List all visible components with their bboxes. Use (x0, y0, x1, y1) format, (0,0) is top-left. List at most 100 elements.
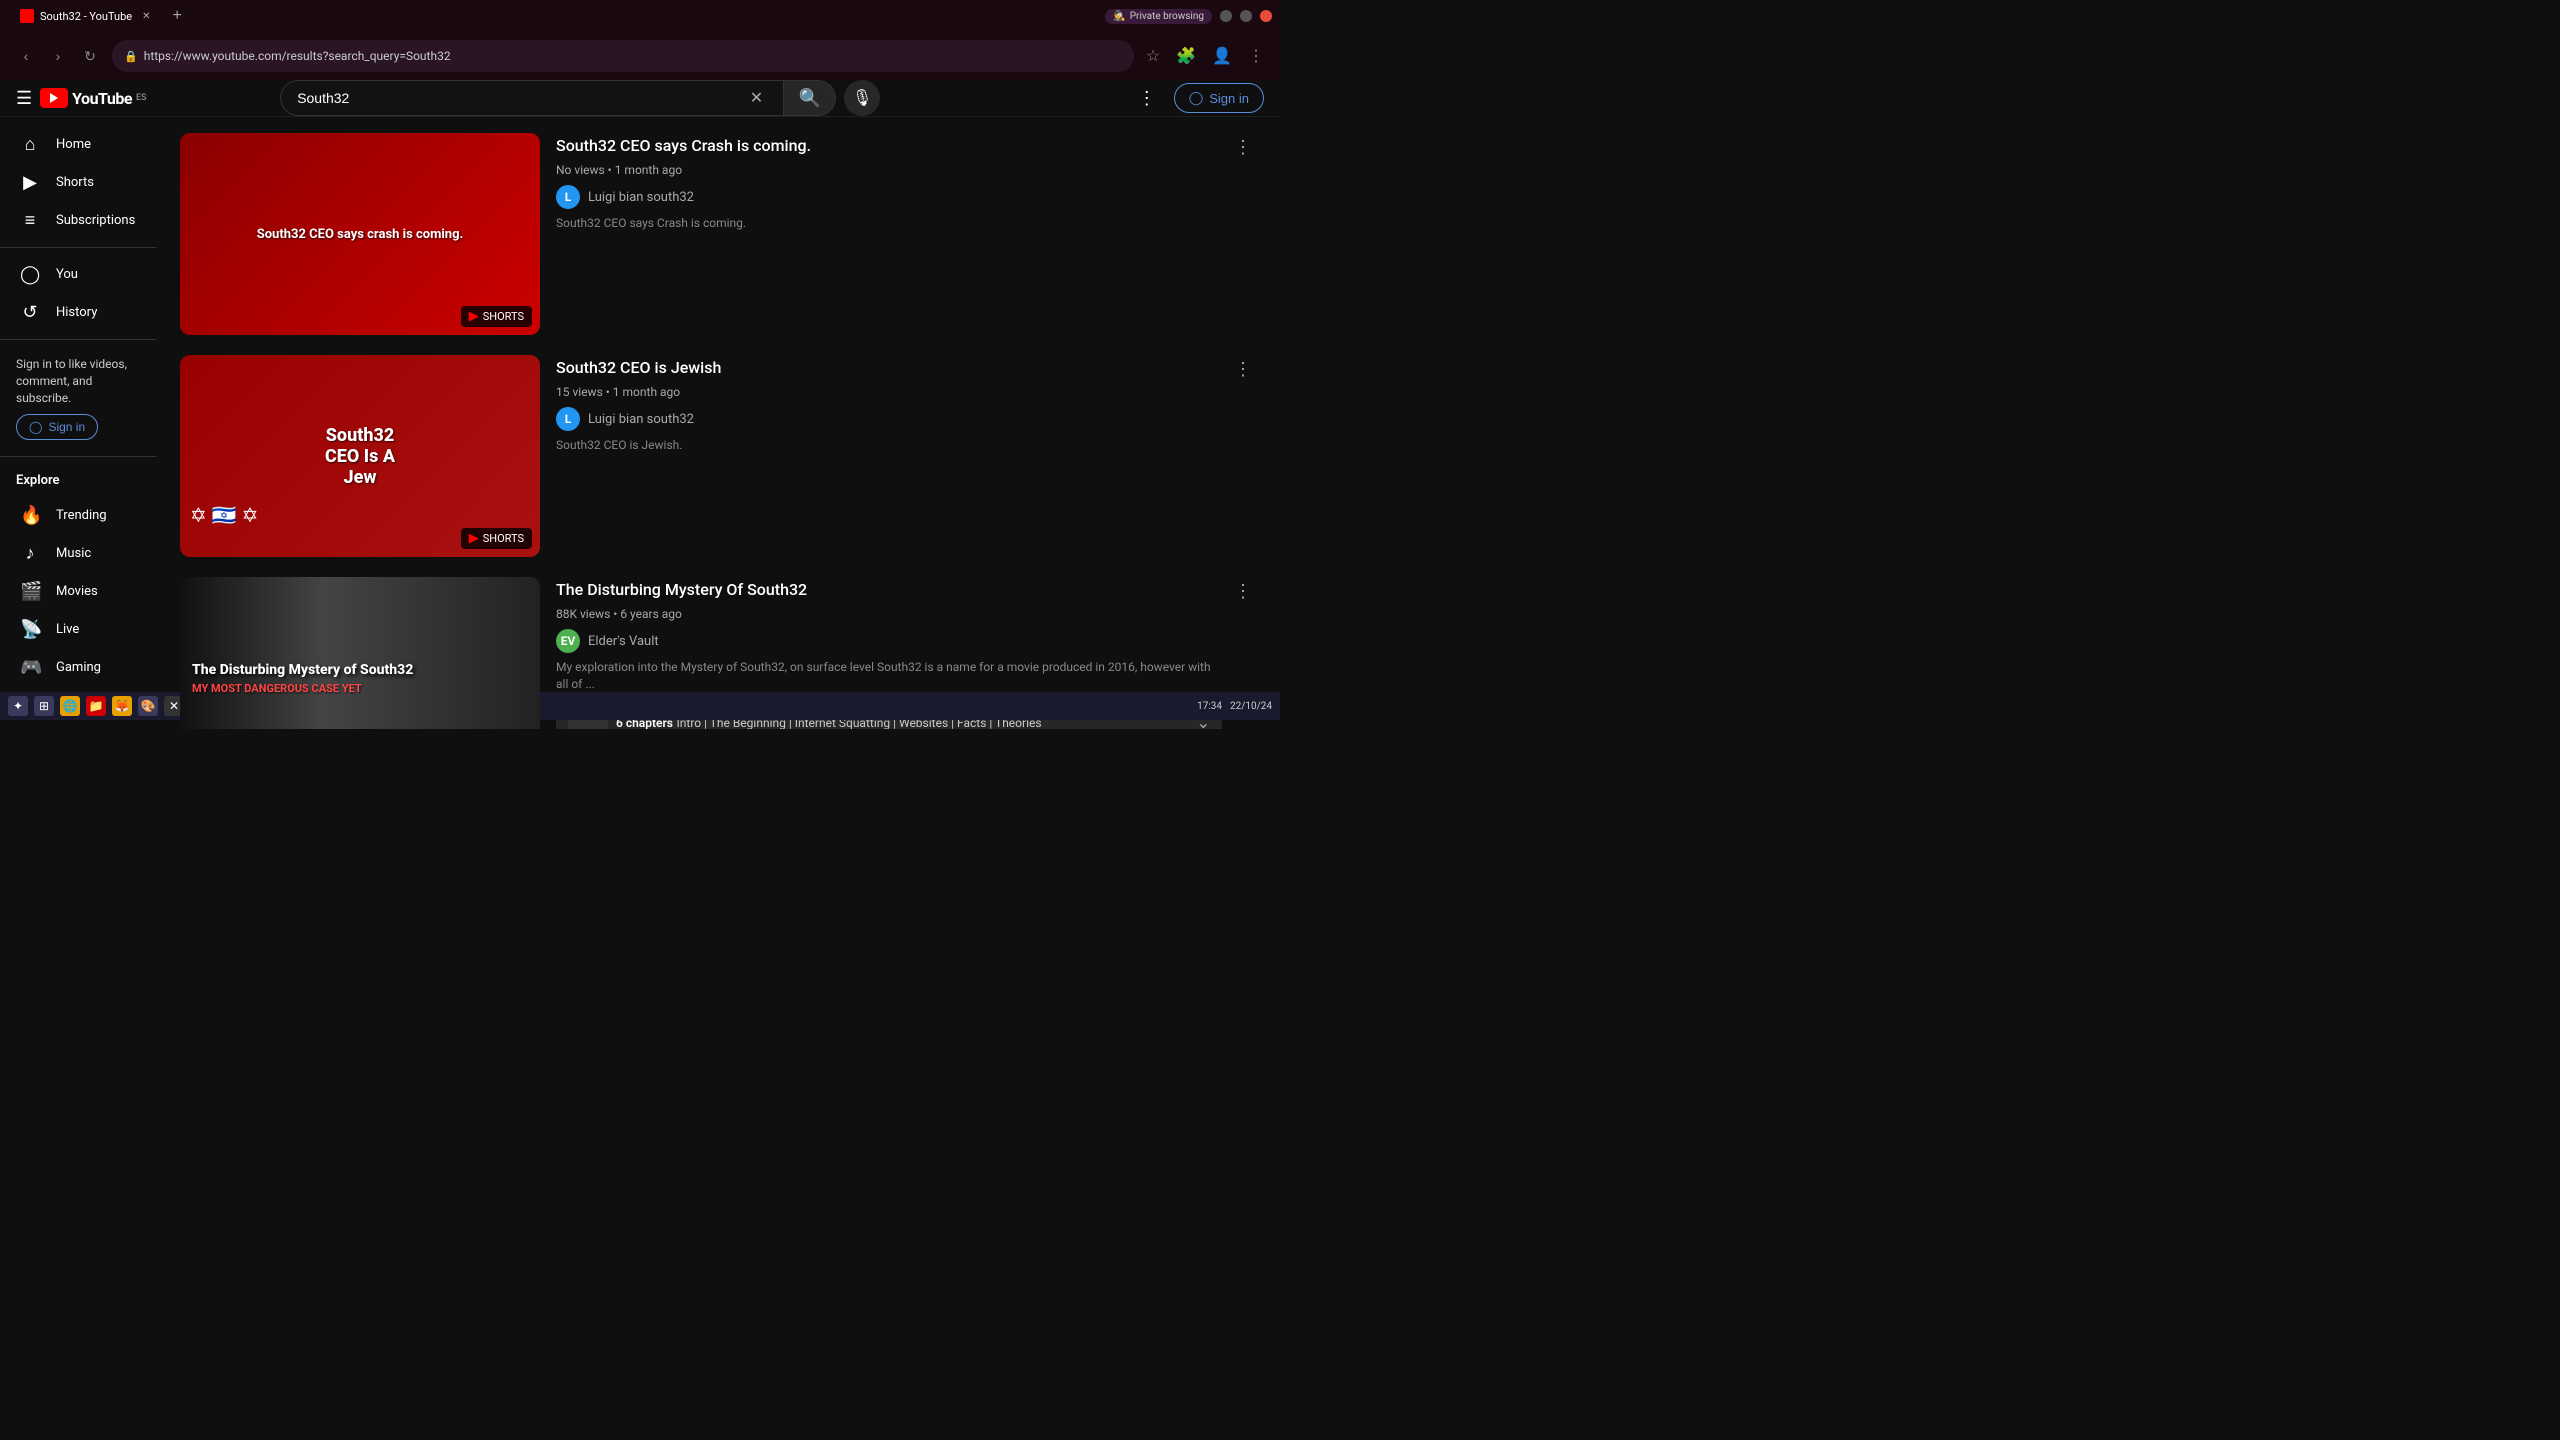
reload-button[interactable]: ↻ (76, 42, 104, 70)
sidebar-item-gaming[interactable]: 🎮 Gaming (4, 649, 152, 686)
minimize-button[interactable] (1220, 10, 1232, 22)
voice-search-button[interactable]: 🎙 (844, 80, 880, 116)
channel-avatar-1: L (556, 185, 580, 209)
taskbar-apps-icon[interactable]: ✦ (8, 696, 28, 716)
channel-name-3[interactable]: Elder's Vault (588, 634, 659, 649)
bookmark-star-button[interactable]: ☆ (1142, 42, 1164, 70)
youtube-logo-country: ES (136, 93, 146, 103)
sidebar-item-you[interactable]: ◯ You (4, 256, 152, 293)
sidebar-music-label: Music (56, 546, 91, 561)
sidebar-item-home[interactable]: ⌂ Home (4, 126, 152, 163)
sidebar-home-label: Home (56, 137, 91, 152)
sign-in-header-button[interactable]: ◯ Sign in (1174, 83, 1264, 113)
video-time-1: 1 month ago (615, 163, 682, 177)
shorts-badge-text-1: SHORTS (483, 310, 524, 323)
you-icon: ◯ (20, 264, 40, 285)
close-button[interactable] (1260, 10, 1272, 22)
video-description-2: South32 CEO is Jewish. (556, 437, 1222, 454)
nav-arrows: ‹ › ↻ (12, 42, 104, 70)
nav-more-button[interactable]: ⋮ (1244, 42, 1268, 70)
sidebar-item-trending[interactable]: 🔥 Trending (4, 497, 152, 534)
live-icon: 📡 (20, 619, 40, 640)
sign-in-sidebar-icon: ◯ (29, 420, 42, 434)
header-right-section: ⋮ ◯ Sign in (1132, 82, 1264, 115)
sidebar-item-subscriptions[interactable]: ≡ Subscriptions (4, 202, 152, 239)
sign-in-promo: Sign in to like videos, comment, and sub… (0, 348, 156, 448)
sidebar-item-history[interactable]: ↺ History (4, 294, 152, 331)
sidebar-item-shorts[interactable]: ▶ Shorts (4, 164, 152, 201)
sidebar-trending-label: Trending (56, 508, 107, 523)
video-more-button-1[interactable]: ⋮ (1230, 133, 1256, 162)
browser-navbar: ‹ › ↻ 🔒 https://www.youtube.com/results?… (0, 32, 1280, 80)
video-meta-3: 88K views • 6 years ago (556, 607, 1222, 621)
account-button[interactable]: 👤 (1208, 42, 1236, 70)
shorts-badge-1: ▶ SHORTS (461, 306, 532, 327)
video-description-3: My exploration into the Mystery of South… (556, 659, 1222, 693)
video-info-1: South32 CEO says Crash is coming. No vie… (556, 133, 1222, 335)
sidebar-divider-1 (0, 247, 156, 248)
shorts-icon: ▶ (20, 172, 40, 193)
youtube-logo-text: YouTube (72, 89, 132, 108)
search-clear-button[interactable]: ✕ (746, 88, 767, 108)
search-submit-button[interactable]: 🔍 (784, 80, 836, 116)
thumbnail-1[interactable]: South32 CEO says crash is coming. ▶ SHOR… (180, 133, 540, 335)
sign-in-promo-text: Sign in to like videos, comment, and sub… (16, 356, 140, 406)
video-title-3[interactable]: The Disturbing Mystery Of South32 (556, 579, 1222, 601)
video-card-1: South32 CEO says crash is coming. ▶ SHOR… (180, 133, 1256, 335)
menu-button[interactable]: ☰ (16, 88, 32, 109)
titlebar: South32 - YouTube ✕ + 🕵 Private browsing (0, 0, 1280, 32)
channel-avatar-2: L (556, 407, 580, 431)
video-more-button-3[interactable]: ⋮ (1230, 577, 1256, 606)
address-bar[interactable]: 🔒 https://www.youtube.com/results?search… (112, 40, 1134, 72)
thumbnail-2[interactable]: South32CEO Is AJew ✡ 🇮🇱 ✡ ▶ SHORTS (180, 355, 540, 557)
titlebar-controls: 🕵 Private browsing (1105, 9, 1272, 24)
trending-icon: 🔥 (20, 505, 40, 526)
taskbar-right-section: 17:34 22/10/24 (1197, 701, 1272, 712)
taskbar-browser-icon[interactable]: 🌐 (60, 696, 80, 716)
tab-close-btn[interactable]: ✕ (142, 11, 150, 22)
youtube-logo-icon (40, 88, 68, 108)
active-tab[interactable]: South32 - YouTube ✕ (8, 5, 163, 27)
sidebar-item-movies[interactable]: 🎬 Movies (4, 573, 152, 610)
taskbar-time: 17:34 (1197, 701, 1222, 712)
video-info-2: South32 CEO is Jewish 15 views • 1 month… (556, 355, 1222, 557)
back-button[interactable]: ‹ (12, 42, 40, 70)
search-results: South32 CEO says crash is coming. ▶ SHOR… (156, 117, 1280, 729)
subscriptions-icon: ≡ (20, 210, 40, 231)
search-bar: ✕ 🔍 🎙 (280, 80, 880, 116)
taskbar-color-icon[interactable]: 🎨 (138, 696, 158, 716)
sidebar-live-label: Live (56, 622, 79, 637)
sign-in-label: Sign in (1209, 91, 1249, 106)
taskbar-files-icon[interactable]: 📁 (86, 696, 106, 716)
video-views-2: 15 views (556, 385, 603, 399)
new-tab-button[interactable]: + (167, 5, 188, 27)
sidebar-item-live[interactable]: 📡 Live (4, 611, 152, 648)
sidebar-item-sports[interactable]: ⚽ Sports (4, 725, 152, 729)
more-options-button[interactable]: ⋮ (1132, 82, 1162, 115)
youtube-logo[interactable]: YouTube ES (40, 88, 146, 108)
channel-avatar-3: EV (556, 629, 580, 653)
thumbnail-3[interactable]: The Disturbing Mystery of South32 MY MOS… (180, 577, 540, 729)
video-more-button-2[interactable]: ⋮ (1230, 355, 1256, 384)
private-icon: 🕵 (1113, 11, 1125, 22)
sidebar-item-music[interactable]: ♪ Music (4, 535, 152, 572)
search-input[interactable] (297, 90, 746, 106)
shorts-badge-icon-1: ▶ (469, 309, 479, 324)
video-card-2: South32CEO Is AJew ✡ 🇮🇱 ✡ ▶ SHORTS South… (180, 355, 1256, 557)
extensions-button[interactable]: 🧩 (1172, 42, 1200, 70)
taskbar-grid-icon[interactable]: ⊞ (34, 696, 54, 716)
history-icon: ↺ (20, 302, 40, 323)
sidebar-divider-2 (0, 339, 156, 340)
taskbar-firefox-icon[interactable]: 🦊 (112, 696, 132, 716)
youtube-header: ☰ YouTube ES ✕ 🔍 🎙 ⋮ ◯ Sign in (0, 80, 1280, 117)
channel-name-1[interactable]: Luigi bian south32 (588, 190, 694, 205)
maximize-button[interactable] (1240, 10, 1252, 22)
channel-name-2[interactable]: Luigi bian south32 (588, 412, 694, 427)
video-title-2[interactable]: South32 CEO is Jewish (556, 357, 1222, 379)
forward-button[interactable]: › (44, 42, 72, 70)
video-title-1[interactable]: South32 CEO says Crash is coming. (556, 135, 1222, 157)
sign-in-sidebar-button[interactable]: ◯ Sign in (16, 414, 98, 440)
tab-title: South32 - YouTube (40, 10, 132, 23)
video-meta-1: No views • 1 month ago (556, 163, 1222, 177)
search-input-wrapper[interactable]: ✕ (280, 80, 784, 116)
